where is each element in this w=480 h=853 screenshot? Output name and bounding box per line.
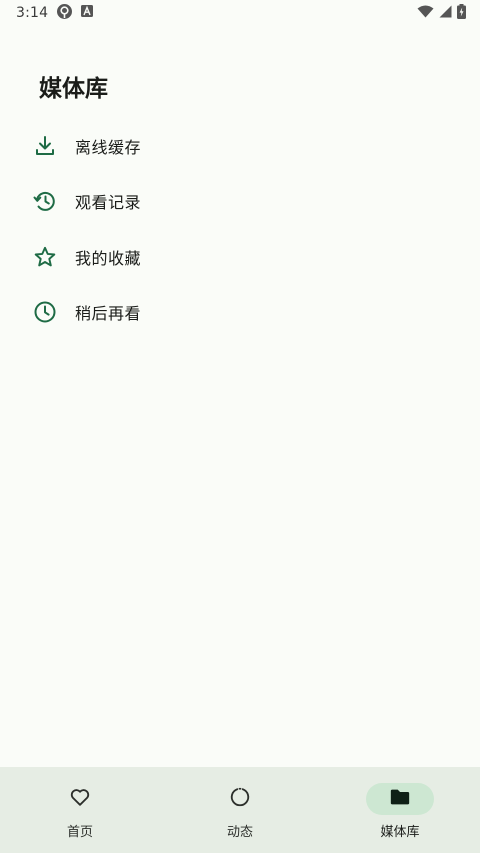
menu-item-label: 观看记录 xyxy=(75,193,142,213)
dashed-circle-icon xyxy=(229,786,251,812)
download-icon xyxy=(33,134,57,158)
menu-item-favorites[interactable]: 我的收藏 xyxy=(0,229,480,285)
folder-icon xyxy=(389,786,411,812)
wifi-icon xyxy=(417,5,434,22)
menu-item-watch-history[interactable]: 观看记录 xyxy=(0,174,480,230)
cellular-signal-icon xyxy=(439,5,452,22)
media-library-menu: 离线缓存 观看记录 我的收藏 稍后再看 xyxy=(0,118,480,340)
star-outline-icon xyxy=(33,245,57,269)
bottom-navigation: 首页 动态 媒体库 xyxy=(0,767,480,853)
menu-item-offline-cache[interactable]: 离线缓存 xyxy=(0,118,480,174)
battery-charging-icon xyxy=(457,3,466,23)
nav-item-label: 媒体库 xyxy=(380,825,420,840)
status-right xyxy=(417,3,466,23)
status-time: 3:14 xyxy=(16,5,49,21)
nav-item-label: 动态 xyxy=(226,825,253,840)
nav-icon-container xyxy=(206,783,274,815)
status-left: 3:14 xyxy=(16,3,94,24)
page-title: 媒体库 xyxy=(39,76,108,102)
font-notification-icon xyxy=(81,5,94,21)
nav-item-feed[interactable]: 动态 xyxy=(160,767,320,853)
heart-outline-icon xyxy=(69,786,91,812)
menu-item-label: 我的收藏 xyxy=(75,248,142,268)
nav-icon-container xyxy=(46,783,114,815)
menu-item-watch-later[interactable]: 稍后再看 xyxy=(0,285,480,341)
clock-icon xyxy=(33,300,57,324)
menu-item-label: 稍后再看 xyxy=(75,304,142,324)
app-notification-icon xyxy=(56,3,73,24)
menu-item-label: 离线缓存 xyxy=(75,137,142,157)
nav-icon-container-active xyxy=(366,783,434,815)
status-bar: 3:14 xyxy=(0,0,480,26)
nav-item-label: 首页 xyxy=(66,825,93,840)
history-icon xyxy=(33,189,57,213)
nav-item-home[interactable]: 首页 xyxy=(0,767,160,853)
nav-item-media-library[interactable]: 媒体库 xyxy=(320,767,480,853)
